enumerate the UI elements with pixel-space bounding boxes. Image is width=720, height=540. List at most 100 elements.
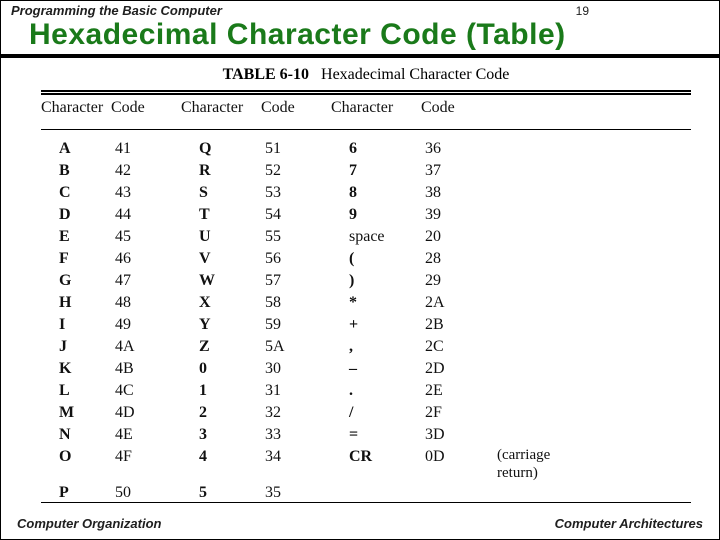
cell-character: – [331,358,421,380]
table-row: K4B030–2D [41,358,691,380]
cell-code: 35 [261,482,331,504]
table-row: N4E333=3D [41,424,691,446]
cell-code: 30 [261,358,331,380]
cell-character: V [181,248,261,270]
table-caption-label: TABLE 6-10 [223,66,309,83]
bottom-rule [41,502,691,503]
cell-character: T [181,204,261,226]
cell-code: 39 [421,204,491,226]
cell-code: 2B [421,314,491,336]
row-note [491,248,691,270]
cell-character: 7 [331,160,421,182]
cell-code: 41 [111,138,181,160]
cell-character: U [181,226,261,248]
cell-code: 37 [421,160,491,182]
cell-character: 4 [181,446,261,482]
row-note: (carriagereturn) [491,446,691,482]
cell-character: 2 [181,402,261,424]
cell-code: 4E [111,424,181,446]
cell-character: S [181,182,261,204]
cell-code: 53 [261,182,331,204]
cell-code: 56 [261,248,331,270]
table-body: A41Q51636B42R52737C43S53838D44T54939E45U… [41,130,691,504]
top-bar: Programming the Basic Computer 19 [1,1,719,18]
cell-code: 3D [421,424,491,446]
cell-code: 36 [421,138,491,160]
row-note [491,138,691,160]
cell-code: 2C [421,336,491,358]
row-note [491,402,691,424]
cell-code: 58 [261,292,331,314]
cell-code: 49 [111,314,181,336]
cell-character: E [41,226,111,248]
cell-code: 38 [421,182,491,204]
row-note [491,226,691,248]
cell-character: G [41,270,111,292]
cell-code: 4C [111,380,181,402]
cell-character: space [331,226,421,248]
row-note [491,270,691,292]
cell-character: R [181,160,261,182]
row-note [491,314,691,336]
row-note [491,204,691,226]
cell-code: 5A [261,336,331,358]
table-caption: TABLE 6-10 Hexadecimal Character Code [41,66,691,84]
cell-character: Q [181,138,261,160]
cell-character: , [331,336,421,358]
cell-code: 31 [261,380,331,402]
cell-code: 2A [421,292,491,314]
cell-character: A [41,138,111,160]
footer-left: Computer Organization [17,516,161,531]
cell-code: 29 [421,270,491,292]
cell-character: 0 [181,358,261,380]
cell-code: 51 [261,138,331,160]
table-row: D44T54939 [41,204,691,226]
cell-character: * [331,292,421,314]
cell-character: Y [181,314,261,336]
table-row: L4C131.2E [41,380,691,402]
slide-page: Programming the Basic Computer 19 Hexade… [0,0,720,540]
table-row: E45U55space20 [41,226,691,248]
cell-character: CR [331,446,421,482]
cell-character: ) [331,270,421,292]
cell-character: P [41,482,111,504]
table-row: C43S53838 [41,182,691,204]
cell-character: 9 [331,204,421,226]
cell-code: 33 [261,424,331,446]
cell-character: + [331,314,421,336]
cell-code: 44 [111,204,181,226]
cell-character: M [41,402,111,424]
col-header-pad [491,99,691,117]
cell-character: C [41,182,111,204]
table-row: O4F434CR0D(carriagereturn) [41,446,691,482]
table-caption-text: Hexadecimal Character Code [321,66,509,83]
table-row: F46V56(28 [41,248,691,270]
cell-character: H [41,292,111,314]
cell-character [331,482,421,504]
cell-code: 47 [111,270,181,292]
col-header: Character [41,99,111,117]
row-note [491,482,691,504]
table-wrap: TABLE 6-10 Hexadecimal Character Code Ch… [1,58,719,504]
cell-character: X [181,292,261,314]
table-row: A41Q51636 [41,138,691,160]
footer: Computer Organization Computer Architect… [1,516,719,531]
cell-character: B [41,160,111,182]
cell-code: 4B [111,358,181,380]
cell-character: F [41,248,111,270]
cell-code: 32 [261,402,331,424]
cell-character: ( [331,248,421,270]
cell-character: 8 [331,182,421,204]
row-note [491,292,691,314]
cell-code: 43 [111,182,181,204]
cell-code: 2E [421,380,491,402]
table-header-row: Character Code Character Code Character … [41,95,691,123]
cell-code: 4A [111,336,181,358]
table-row: B42R52737 [41,160,691,182]
cell-character: Z [181,336,261,358]
table-row: J4AZ5A,2C [41,336,691,358]
cell-character: N [41,424,111,446]
row-note [491,182,691,204]
chapter-title: Programming the Basic Computer [11,3,222,18]
cell-character: . [331,380,421,402]
